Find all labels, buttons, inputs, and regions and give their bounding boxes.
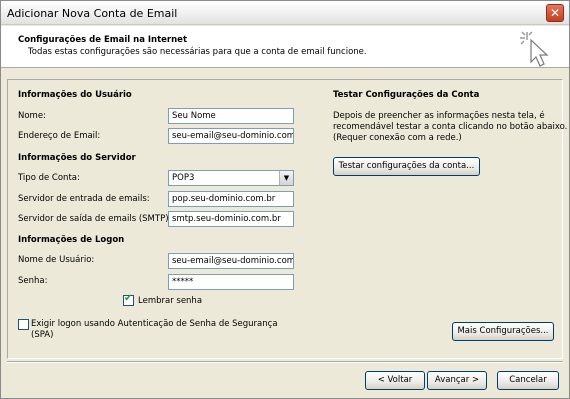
outgoing-server-input[interactable]: smtp.seu-dominio.com.br — [168, 211, 294, 227]
password-label: Senha: — [18, 276, 48, 286]
incoming-server-label: Servidor de entrada de emails: — [18, 194, 150, 204]
header-subtitle: Todas estas configurações são necessária… — [28, 47, 367, 57]
test-settings-heading: Testar Configurações da Conta — [333, 90, 480, 100]
name-label: Nome: — [18, 111, 46, 121]
spa-label-line1: Exigir logon usando Autenticação de Senh… — [31, 319, 278, 329]
next-button[interactable]: Avançar > — [427, 371, 487, 390]
close-icon: ✕ — [549, 6, 561, 20]
password-input[interactable]: ***** — [168, 274, 294, 290]
username-input[interactable]: seu-email@seu-dominio.com.br — [168, 253, 294, 269]
user-info-heading: Informações do Usuário — [18, 90, 132, 100]
cancel-button[interactable]: Cancelar — [497, 371, 559, 390]
test-account-button[interactable]: Testar configurações da conta... — [333, 157, 480, 176]
spa-checkbox[interactable] — [18, 319, 29, 330]
footer-divider — [7, 361, 563, 363]
wizard-header: Configurações de Email na Internet Todas… — [1, 26, 569, 68]
spa-label-line2: (SPA) — [31, 330, 54, 340]
outgoing-server-label: Servidor de saída de emails (SMTP): — [18, 214, 172, 224]
test-description-line1: Depois de preencher as informações nesta… — [333, 111, 545, 121]
test-description-line3: (Requer conexão com a rede.) — [333, 133, 462, 143]
header-title: Configurações de Email na Internet — [18, 35, 188, 45]
name-input[interactable]: Seu Nome — [168, 108, 294, 124]
logon-info-heading: Informações de Logon — [18, 235, 125, 245]
dialog-window: Adicionar Nova Conta de Email ✕ Configur… — [0, 0, 570, 399]
chevron-down-icon[interactable]: ▼ — [279, 171, 293, 185]
test-description-line2: recomendável testar a conta clicando no … — [333, 122, 568, 132]
remember-password-label: Lembrar senha — [138, 296, 203, 306]
back-button[interactable]: < Voltar — [365, 371, 425, 390]
cursor-sparkle-icon — [520, 31, 549, 67]
title-bar[interactable]: Adicionar Nova Conta de Email ✕ — [1, 1, 569, 25]
account-type-label: Tipo de Conta: — [18, 173, 80, 183]
email-input[interactable]: seu-email@seu-dominio.com.br — [168, 128, 294, 144]
email-label: Endereço de Email: — [18, 131, 101, 141]
incoming-server-input[interactable]: pop.seu-dominio.com.br — [168, 191, 294, 207]
username-label: Nome de Usuário: — [18, 255, 95, 265]
more-settings-button[interactable]: Mais Configurações... — [452, 322, 554, 341]
account-type-select[interactable]: POP3 ▼ — [168, 170, 294, 186]
window-title: Adicionar Nova Conta de Email — [7, 7, 178, 20]
account-type-value: POP3 — [172, 173, 195, 183]
close-button[interactable]: ✕ — [546, 4, 564, 22]
server-info-heading: Informações do Servidor — [18, 153, 136, 163]
remember-password-checkbox[interactable] — [123, 293, 134, 306]
